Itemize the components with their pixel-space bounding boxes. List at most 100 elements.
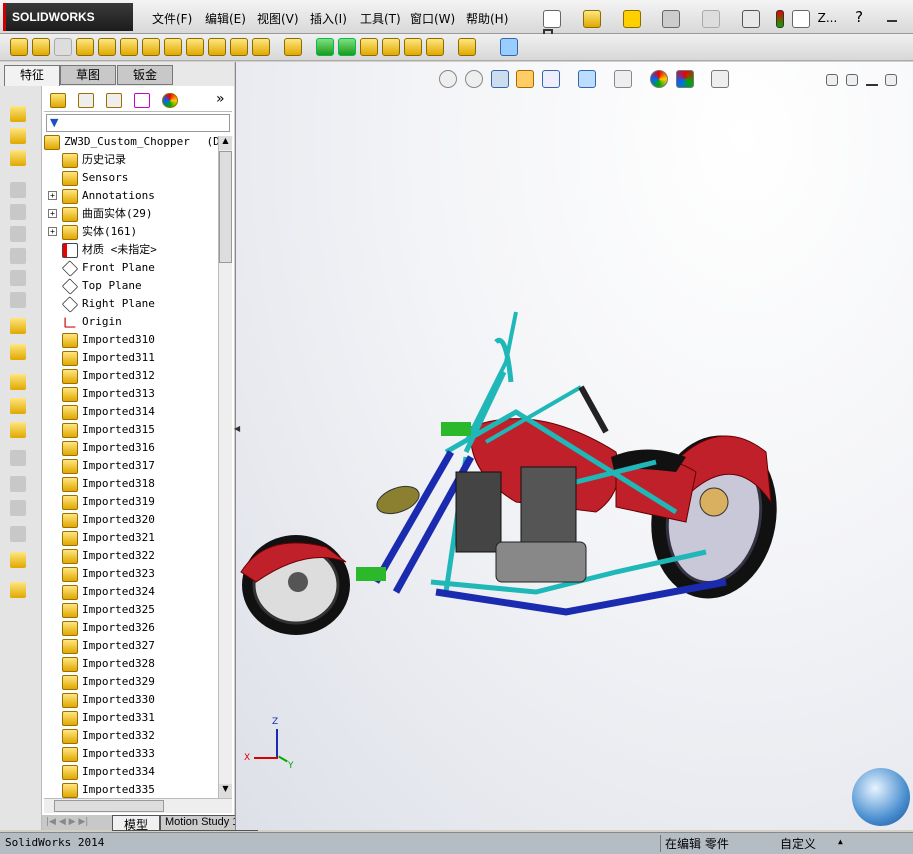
scroll-down-button[interactable]: ▼ [219, 784, 232, 798]
tree-item[interactable]: Imported331 [62, 709, 155, 727]
tree-item[interactable]: Imported321 [62, 529, 155, 547]
solidworks-resources-badge[interactable] [852, 768, 910, 826]
graphics-viewport[interactable]: ◀ Z X Y [234, 62, 913, 830]
new-document-icon[interactable] [543, 9, 561, 28]
tree-root[interactable]: ZW3D_Custom_Chopper (Def [44, 133, 233, 151]
apply-scene-icon[interactable] [675, 70, 694, 88]
fillet-icon[interactable] [252, 38, 270, 56]
expand-icon[interactable]: + [48, 209, 57, 218]
options-icon[interactable] [791, 9, 810, 28]
tile-left-icon[interactable] [826, 73, 838, 86]
display-style-icon[interactable] [578, 70, 597, 88]
strip-tool-18-icon[interactable] [10, 552, 26, 568]
strip-tool-12-icon[interactable] [10, 398, 26, 414]
cmd-tab-0[interactable]: 特征 [4, 65, 60, 87]
tree-item[interactable]: Imported310 [62, 331, 155, 349]
tree-horizontal-scrollbar[interactable] [44, 798, 232, 813]
strip-tool-1-icon[interactable] [10, 128, 26, 144]
menu-1[interactable]: 编辑(E) [205, 10, 246, 27]
tree-item[interactable]: Imported324 [62, 583, 155, 601]
strip-tool-11-icon[interactable] [10, 374, 26, 390]
boundary-cut-icon[interactable] [230, 38, 248, 56]
tree-item[interactable]: Imported312 [62, 367, 155, 385]
tree-item[interactable]: Imported323 [62, 565, 155, 583]
edit-appearance-icon[interactable] [649, 70, 668, 88]
tree-item[interactable]: Imported335 [62, 781, 155, 799]
viewport-minimize-icon[interactable] [865, 74, 878, 86]
traffic-light-icon[interactable] [775, 9, 784, 28]
strip-tool-8-icon[interactable] [10, 292, 26, 308]
zoom-label[interactable]: Z... [818, 11, 838, 25]
open-icon[interactable] [582, 9, 601, 28]
tree-item[interactable]: + 实体(161) [48, 223, 137, 241]
strip-tool-6-icon[interactable] [10, 248, 26, 264]
strip-tool-17-icon[interactable] [10, 526, 26, 542]
menu-3[interactable]: 插入(I) [310, 10, 347, 27]
viewport-restore-icon[interactable] [885, 73, 898, 86]
cmd-tab-2[interactable]: 钣金 [117, 65, 173, 85]
tree-item[interactable]: Imported314 [62, 403, 155, 421]
revolved-boss-icon[interactable] [32, 38, 50, 56]
scroll-up-button[interactable]: ▲ [219, 136, 232, 150]
tree-item[interactable]: Top Plane [61, 277, 142, 295]
reference-geometry-icon[interactable] [426, 38, 444, 56]
tile-right-icon[interactable] [845, 73, 858, 86]
revolved-cut-icon[interactable] [164, 38, 182, 56]
strip-tool-14-icon[interactable] [10, 450, 26, 466]
zoom-to-area-icon[interactable] [464, 70, 483, 88]
print-icon[interactable] [662, 9, 681, 28]
tree-item[interactable]: Imported329 [62, 673, 155, 691]
tree-item[interactable]: + 曲面实体(29) [48, 205, 153, 223]
expand-icon[interactable]: + [48, 191, 57, 200]
extruded-cut-icon[interactable] [120, 38, 138, 56]
tree-item[interactable]: Imported330 [62, 691, 155, 709]
filter-input[interactable]: ▼ [46, 114, 230, 132]
menu-6[interactable]: 帮助(H) [466, 10, 508, 27]
zoom-to-fit-icon[interactable] [439, 70, 457, 88]
draft-icon[interactable] [338, 38, 356, 56]
status-units-custom[interactable]: 自定义 [780, 835, 816, 852]
strip-tool-2-icon[interactable] [10, 150, 26, 166]
strip-tool-0-icon[interactable] [10, 106, 26, 122]
tree-item[interactable]: Right Plane [61, 295, 155, 313]
tree-item[interactable]: Imported322 [62, 547, 155, 565]
boundary-boss-icon[interactable] [98, 38, 116, 56]
dimxpert-tab-icon[interactable] [134, 93, 150, 108]
tree-vertical-scrollbar[interactable]: ▲ ▼ [218, 136, 232, 798]
menu-2[interactable]: 视图(V) [257, 10, 299, 27]
tab-nav-arrows[interactable]: |◀ ◀ ▶ ▶| [46, 817, 88, 827]
view-orientation-icon[interactable] [542, 70, 561, 88]
previous-view-icon[interactable] [490, 70, 509, 88]
strip-tool-3-icon[interactable] [10, 182, 26, 198]
rib-icon[interactable] [316, 38, 334, 56]
rebuild-warning-icon[interactable] [622, 9, 641, 28]
tree-item[interactable]: Imported334 [62, 763, 155, 781]
swept-boss-icon[interactable] [54, 38, 72, 56]
tree-item[interactable]: Imported320 [62, 511, 155, 529]
strip-tool-19-icon[interactable] [10, 582, 26, 598]
strip-tool-15-icon[interactable] [10, 476, 26, 492]
configuration-manager-tab-icon[interactable] [106, 93, 122, 108]
units-dropdown-icon[interactable]: ▲ [838, 837, 843, 846]
shell-icon[interactable] [360, 38, 378, 56]
wrap-icon[interactable] [382, 38, 400, 56]
expand-panel-icon[interactable]: » [216, 91, 225, 107]
property-manager-tab-icon[interactable] [78, 93, 94, 108]
tree-item[interactable]: Imported327 [62, 637, 155, 655]
tab-model[interactable]: 模型 [112, 815, 160, 832]
tree-item[interactable]: Imported315 [62, 421, 155, 439]
strip-tool-7-icon[interactable] [10, 270, 26, 286]
swept-cut-icon[interactable] [186, 38, 204, 56]
tree-item[interactable]: Imported318 [62, 475, 155, 493]
strip-tool-4-icon[interactable] [10, 204, 26, 220]
hide-show-items-icon[interactable] [613, 70, 632, 88]
solidworks-logo[interactable]: SOLIDWORKS [3, 3, 133, 31]
intersect-icon[interactable] [404, 38, 422, 56]
view-settings-icon[interactable] [711, 70, 730, 88]
tree-item[interactable]: Imported316 [62, 439, 155, 457]
hole-wizard-icon[interactable] [142, 38, 160, 56]
menu-5[interactable]: 窗口(W) [410, 10, 455, 27]
instant3d-icon[interactable] [500, 38, 518, 56]
strip-tool-9-icon[interactable] [10, 318, 26, 334]
hscroll-thumb[interactable] [54, 800, 164, 812]
